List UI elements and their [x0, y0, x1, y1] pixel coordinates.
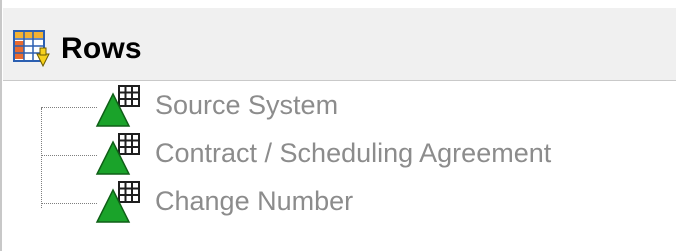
tree-item-label: Contract / Scheduling Agreement — [155, 138, 552, 168]
tree-connector-horizontal — [41, 155, 97, 156]
tree-item-change-number[interactable]: Change Number — [3, 180, 676, 228]
rows-table-icon — [13, 30, 53, 68]
rows-tree: Source System Contract / Scheduling Agre… — [3, 82, 676, 251]
dimension-icon — [95, 84, 143, 130]
tree-item-source-system[interactable]: Source System — [3, 84, 676, 132]
rows-panel-title: Rows — [61, 32, 142, 65]
tree-connector-horizontal — [41, 203, 97, 204]
panel-left-border — [0, 0, 2, 251]
rows-panel-header[interactable]: Rows — [3, 8, 676, 81]
dimension-icon — [95, 180, 143, 226]
tree-item-contract-scheduling-agreement[interactable]: Contract / Scheduling Agreement — [3, 132, 676, 180]
tree-connector-horizontal — [41, 107, 97, 108]
dimension-icon — [95, 132, 143, 178]
tree-item-label: Source System — [155, 90, 339, 120]
tree-item-label: Change Number — [155, 186, 354, 216]
rows-panel: Rows Source System Contract / Scheduling… — [3, 0, 676, 251]
